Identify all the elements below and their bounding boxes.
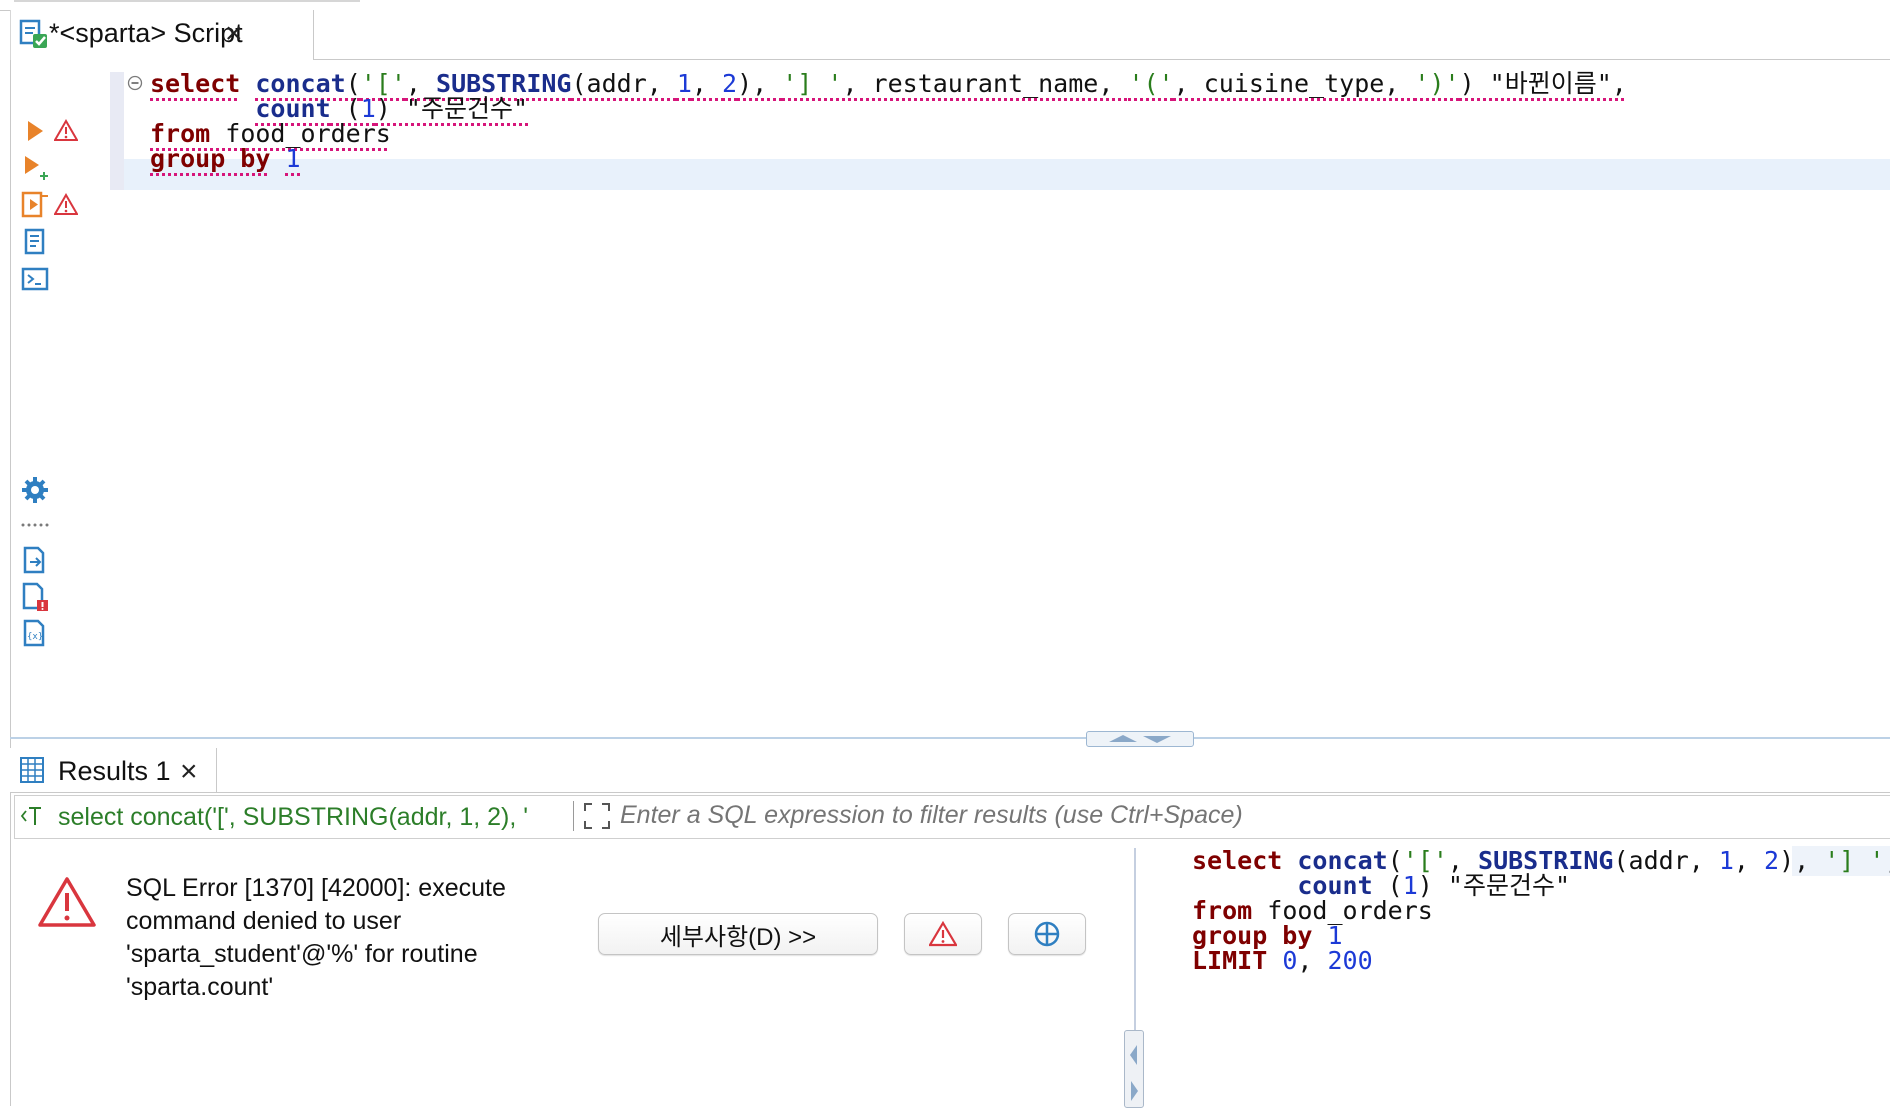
fold-collapse-icon[interactable] [127, 75, 143, 96]
locate-error-button[interactable] [1008, 913, 1086, 955]
code-token: 200 [1327, 946, 1373, 975]
variables-icon[interactable]: {x} [18, 616, 52, 650]
warning-icon [929, 921, 957, 947]
warning-icon [49, 188, 83, 222]
current-line-highlight [124, 159, 1890, 190]
svg-text:{x}: {x} [27, 632, 43, 642]
code-token: ) "주문건수" [375, 94, 529, 123]
code-token: '(' [1128, 69, 1174, 98]
filter-input[interactable] [620, 798, 1880, 832]
execute-new-tab-icon[interactable] [18, 151, 52, 185]
code-token: , restaurant_name, [842, 69, 1129, 98]
code-token: 1 [676, 69, 692, 98]
splitter-handle[interactable] [1086, 731, 1194, 747]
code-token: ) "바뀐이름", [1459, 69, 1627, 98]
error-line: SQL Error [1370] [42000]: execute [126, 874, 506, 902]
tab-results[interactable]: Results 1 × [10, 748, 217, 792]
error-line: 'sparta_student'@'%' for routine [126, 940, 478, 968]
gear-icon[interactable] [18, 473, 52, 507]
close-icon[interactable]: × [225, 19, 243, 49]
code-token: ')' [1414, 69, 1460, 98]
execute-script-icon[interactable] [18, 188, 52, 222]
divider-handle[interactable] [1124, 1030, 1144, 1108]
editor-ruler [110, 72, 124, 190]
tab-title: *<sparta> Script [49, 18, 243, 48]
code-token: LIMIT [1192, 946, 1268, 975]
warning-icon [49, 114, 83, 148]
tab-title: Results 1 [58, 756, 171, 786]
code-token: 2 [1764, 846, 1780, 875]
document-error-icon[interactable] [18, 580, 52, 614]
error-line: command denied to user [126, 907, 402, 935]
results-tab-bar [10, 748, 1890, 793]
editor-toolbar: {x} [11, 60, 101, 740]
code-token: , cuisine_type, [1173, 69, 1415, 98]
explain-plan-icon[interactable] [18, 225, 52, 259]
code-token: 2 [722, 69, 738, 98]
code-token: '] ' [1824, 846, 1885, 875]
code-token: 0 [1282, 946, 1298, 975]
code-token: ) "주문건수" [1417, 871, 1571, 900]
close-icon[interactable]: × [180, 757, 198, 787]
code-token: ), [1779, 846, 1825, 875]
code-token: (addr, [571, 69, 677, 98]
terminal-icon[interactable] [18, 262, 52, 296]
expand-icon[interactable] [582, 801, 612, 836]
code-token: , r [1884, 846, 1890, 875]
code-token: group by [150, 144, 271, 173]
filter-query-label[interactable]: select concat('[', SUBSTRING(addr, 1, 2)… [58, 803, 570, 832]
code-token: , [1733, 846, 1765, 875]
code-token: , [691, 69, 723, 98]
execute-statement-icon[interactable] [18, 114, 52, 148]
grid-icon [19, 756, 45, 789]
error-icon [38, 876, 96, 933]
code-token: ), [737, 69, 783, 98]
pane-splitter[interactable] [10, 737, 1890, 739]
filter-divider [573, 801, 574, 831]
code-line: group by 1 [150, 144, 301, 174]
tab-script[interactable]: *<sparta> Script × [10, 10, 314, 60]
code-line: LIMIT 0, 200 [1192, 946, 1373, 976]
code-token: , [1297, 946, 1328, 975]
show-error-log-button[interactable] [904, 913, 982, 955]
error-line: 'sparta.count' [126, 973, 274, 1001]
code-token: 1 [285, 144, 301, 173]
details-button[interactable]: 세부사항(D) >> [598, 913, 878, 955]
sql-script-icon [19, 18, 51, 55]
error-message: SQL Error [1370] [42000]: execute comman… [126, 872, 506, 1004]
code-token: (addr, [1613, 846, 1719, 875]
code-token: 1 [1718, 846, 1734, 875]
more-dots-icon[interactable] [18, 508, 52, 542]
export-icon[interactable] [18, 543, 52, 577]
code-token: '] ' [782, 69, 843, 98]
crosshair-icon [1034, 921, 1060, 947]
query-text-icon [20, 804, 44, 833]
